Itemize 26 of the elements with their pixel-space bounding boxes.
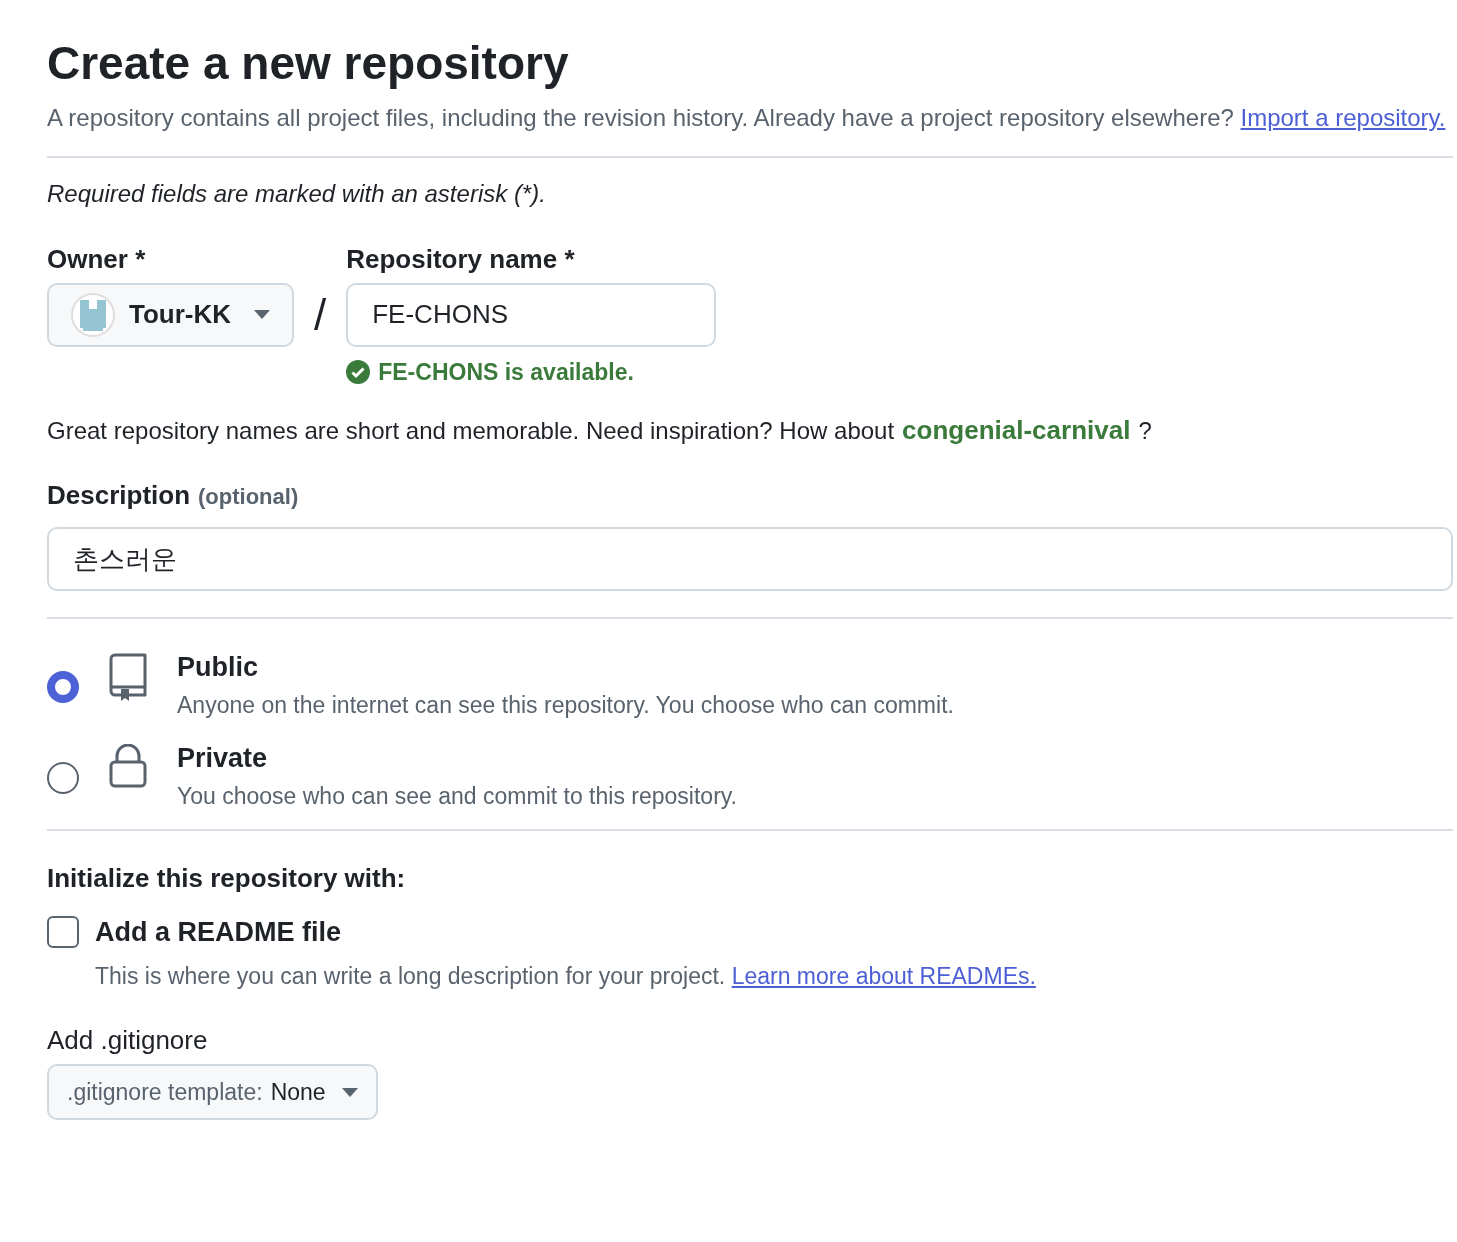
owner-label: Owner * <box>47 242 147 276</box>
page-title: Create a new repository <box>47 36 570 91</box>
visibility-description: Anyone on the internet can see this repository. You choose who can commit. <box>177 690 954 720</box>
repository-name-field[interactable]: FE-CHONS <box>346 282 717 347</box>
initialize-heading: Initialize this repository with: <box>47 862 407 896</box>
owner-dropdown[interactable]: Tour-KK <box>47 282 294 347</box>
suggested-name-link[interactable]: congenial-carnival <box>902 411 1131 451</box>
question-mark-text: ? <box>1138 415 1152 446</box>
description-field[interactable]: 촌스러운 <box>47 527 1453 592</box>
gitignore-dropdown[interactable]: .gitignore template: None <box>47 1064 378 1121</box>
import-link[interactable]: Import a repository. <box>1240 104 1446 132</box>
readmes-link[interactable]: Learn more about READMEs. <box>731 962 1036 989</box>
visibility-title: Public <box>177 651 259 685</box>
optional-hint: (optional) <box>198 483 299 512</box>
gitignore-label: Add .gitignore <box>47 1024 209 1058</box>
visibility-title: Private <box>177 742 269 776</box>
slash-separator: / <box>313 288 328 341</box>
repository-name-label: Repository name * <box>346 242 576 276</box>
visibility-description: You choose who can see and commit to this repository. <box>177 781 737 811</box>
description-label: Description <box>47 479 191 513</box>
suggestion-text: Great repository names are short and memorable. Need inspiration? How about <box>47 415 895 446</box>
intro-text: A repository contains all project files, including the revision history. Already have a project repository elsewhere? Import a repository. <box>47 103 1447 134</box>
readme-label: Add a README file <box>95 916 342 950</box>
availability-message: FE-CHONS is available. <box>378 357 634 387</box>
readme-description: This is where you can write a long description for your project. Learn more about READMEs. <box>95 961 1037 991</box>
required-note: Required fields are marked with an asterisk (*). <box>47 178 547 209</box>
